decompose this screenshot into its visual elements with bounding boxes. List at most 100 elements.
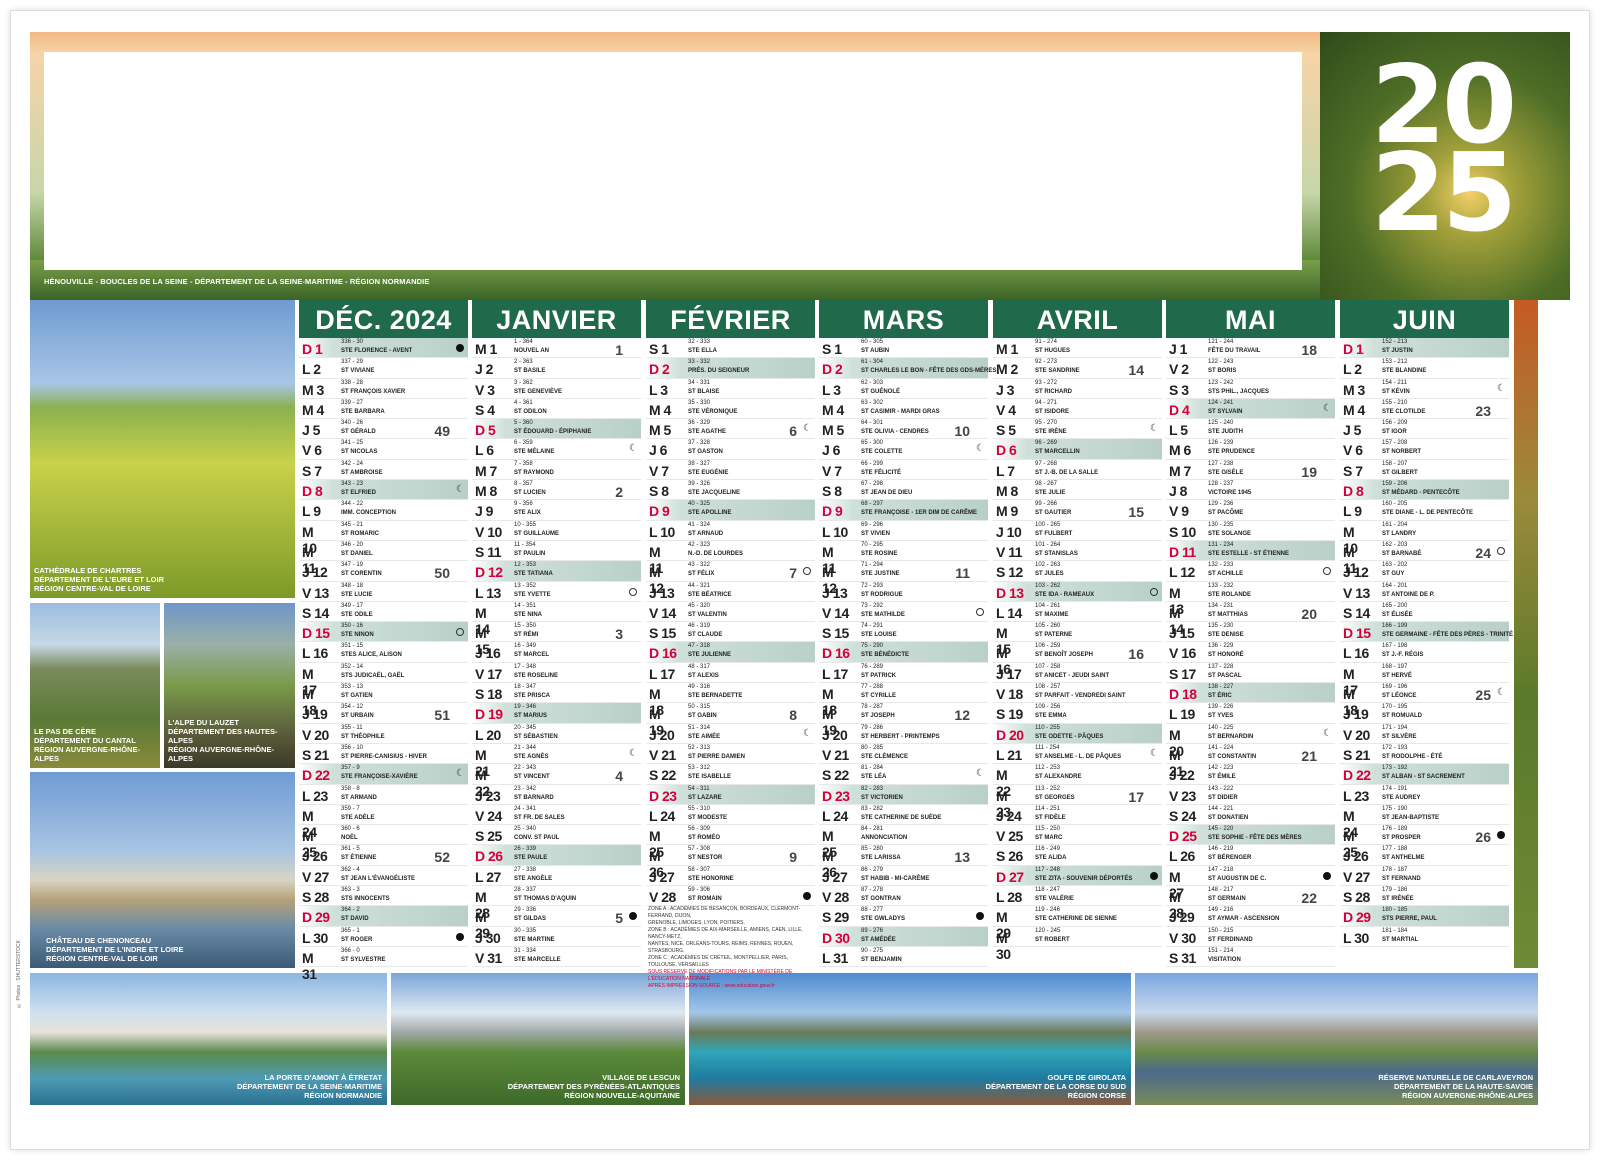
day-row: V 25 115 - 250 ST MARC: [993, 825, 1162, 846]
saint-name: ST SYLVESTRE: [341, 956, 386, 963]
photo-caption: LE PAS DE CÈRE DÉPARTEMENT DU CANTAL RÉG…: [34, 727, 160, 763]
day-number: 78 - 287: [861, 704, 884, 711]
saint-name: ST ARMAND: [341, 794, 377, 801]
day-label: D 9: [649, 503, 670, 520]
day-row: D 16 75 - 290 STE BÉNÉDICTE: [819, 642, 988, 663]
day-row: M 25 56 - 309 ST ROMÉO: [646, 825, 815, 860]
day-label: D 16: [649, 645, 677, 662]
day-row: S 21 172 - 193 ST RODOLPHE - ÉTÉ: [1340, 744, 1509, 765]
day-row: M 29 119 - 246 STE CATHERINE DE SIENNE: [993, 906, 1162, 941]
day-row: M 24 359 - 7 STE ADÈLE: [299, 805, 468, 840]
day-number: 61 - 304: [861, 359, 884, 366]
week-number: 17: [1128, 788, 1144, 805]
day-number: 90 - 275: [861, 947, 884, 954]
saint-name: ST MODESTE: [688, 814, 728, 821]
day-list: D 1 152 - 213 ST JUSTIN L 2 153 - 212 STE BLA…: [1340, 338, 1513, 947]
day-number: 100 - 265: [1035, 521, 1061, 528]
day-number: 339 - 27: [341, 399, 364, 406]
saint-name: ST BARNABÉ: [1382, 550, 1422, 557]
day-label: L 28: [996, 889, 1022, 906]
legend-line: APRÈS IMPRESSION SOURCE : www.education.…: [648, 983, 775, 989]
day-row: S 25 25 - 340 CONV. ST PAUL: [472, 825, 641, 846]
month-header: JANVIER: [472, 300, 641, 338]
saint-name: STS JUDICAËL, GAËL: [341, 672, 405, 679]
day-number: 178 - 187: [1382, 866, 1408, 873]
day-number: 170 - 195: [1382, 704, 1408, 711]
day-label: J 30: [475, 929, 501, 946]
day-number: 57 - 308: [688, 846, 711, 853]
day-number: 70 - 295: [861, 541, 884, 548]
school-zones-legend: ZONE A : ACADÉMIES DE BESANÇON, BORDEAUX…: [648, 906, 818, 990]
caption-line: GOLFE DE GIROLATA: [1047, 1073, 1126, 1082]
day-label: V 25: [996, 828, 1023, 845]
month-column: MARS S 1 60 - 305 ST AUBIN D 2 61 - 304 ST CHA…: [819, 300, 996, 968]
week-number: 14: [1128, 362, 1144, 379]
day-row: M 11 42 - 323 N.-D. DE LOURDES: [646, 541, 815, 576]
day-label: M 2: [996, 361, 1018, 378]
day-label: D 9: [822, 503, 843, 520]
day-row: M 5 36 - 329 STE AGATHE 6 ☾: [646, 419, 815, 440]
day-number: 68 - 297: [861, 501, 884, 508]
photo-caption: L'ALPE DU LAUZET DÉPARTEMENT DES HAUTES-…: [168, 718, 295, 763]
saint-name: ST CHARLES LE BON - FÊTE DES GDS-MÈRES: [861, 368, 997, 375]
day-row: V 13 164 - 201 ST ANTOINE DE P.: [1340, 582, 1509, 602]
day-row: S 19 109 - 256 STE EMMA: [993, 703, 1162, 724]
day-label: V 4: [996, 401, 1016, 418]
day-row: V 10 10 - 355 ST GUILLAUME: [472, 521, 641, 541]
day-label: L 23: [1343, 787, 1369, 804]
saint-name: ST PIERRE DAMIEN: [688, 753, 746, 760]
saint-name: ST ÉTIENNE: [341, 855, 377, 862]
day-label: V 28: [649, 889, 676, 906]
saint-name: STE IRÈNE: [1035, 429, 1067, 436]
saint-name: ST MATTHIAS: [1208, 611, 1248, 618]
saint-name: STE MÉLAINE: [514, 449, 555, 456]
day-number: 53 - 312: [688, 765, 711, 772]
photo-chenonceau: CHÂTEAU DE CHENONCEAU DÉPARTEMENT DE L'I…: [30, 772, 295, 968]
day-row: L 28 118 - 247 STE VALÉRIE: [993, 886, 1162, 907]
day-row: J 24 114 - 251 ST FIDÈLE: [993, 805, 1162, 826]
day-number: 177 - 188: [1382, 846, 1408, 853]
day-label: J 22: [1169, 767, 1195, 784]
day-row: S 7 158 - 207 ST GILBERT: [1340, 460, 1509, 481]
day-label: M 5: [649, 422, 671, 439]
saint-name: NOUVEL AN: [514, 348, 550, 354]
day-label: M 7: [475, 462, 497, 479]
day-row: S 22 81 - 284 STE LÉA ☾: [819, 764, 988, 785]
day-number: 54 - 311: [688, 785, 710, 792]
saint-name: ST DIDIER: [1208, 794, 1238, 801]
day-label: J 10: [996, 523, 1022, 540]
saint-name: STE ZITA - SOUVENIR DÉPORTÉS: [1035, 875, 1133, 882]
day-label: L 20: [475, 726, 501, 743]
saint-name: ST ANTOINE DE P.: [1382, 591, 1435, 598]
saint-name: ST VALENTIN: [688, 611, 727, 618]
day-label: V 10: [475, 523, 502, 540]
day-number: 136 - 229: [1208, 643, 1234, 650]
day-label: J 24: [996, 807, 1022, 824]
saint-name: ST VICTORIEN: [861, 794, 903, 801]
day-number: 135 - 230: [1208, 623, 1234, 630]
saint-name: STE BÉATRICE: [688, 591, 732, 598]
day-label: M 6: [1169, 442, 1191, 459]
saint-name: ST THOMAS D'AQUIN: [514, 896, 577, 903]
day-number: 124 - 241: [1208, 399, 1234, 406]
saint-name: ST GASTON: [688, 449, 723, 456]
day-row: M 7 7 - 358 ST RAYMOND: [472, 460, 641, 481]
day-row: V 24 24 - 341 ST FR. DE SALES: [472, 805, 641, 826]
day-number: 24 - 341: [514, 805, 537, 812]
day-label: D 8: [302, 483, 323, 500]
day-label: D 1: [1343, 341, 1364, 357]
photo-girolata: GOLFE DE GIROLATA DÉPARTEMENT DE LA CORS…: [689, 973, 1131, 1105]
day-row: M 4 63 - 302 ST CASIMIR - MARDI GRAS: [819, 399, 988, 420]
saint-name: ST FULBERT: [1035, 530, 1073, 537]
saint-name: ST VIVIANE: [341, 368, 375, 375]
day-row: L 14 104 - 261 ST MAXIME: [993, 602, 1162, 623]
new-moon-icon: [1323, 567, 1331, 576]
day-row: V 7 66 - 299 STE FÉLICITÉ: [819, 460, 988, 481]
saint-name: ST RODOLPHE - ÉTÉ: [1382, 753, 1443, 760]
day-number: 45 - 320: [688, 602, 711, 609]
saint-name: STE MATHILDE: [861, 611, 905, 618]
day-number: 175 - 190: [1382, 805, 1408, 812]
day-label: D 20: [996, 726, 1024, 743]
day-number: 337 - 29: [341, 359, 364, 366]
day-label: J 26: [302, 848, 328, 865]
